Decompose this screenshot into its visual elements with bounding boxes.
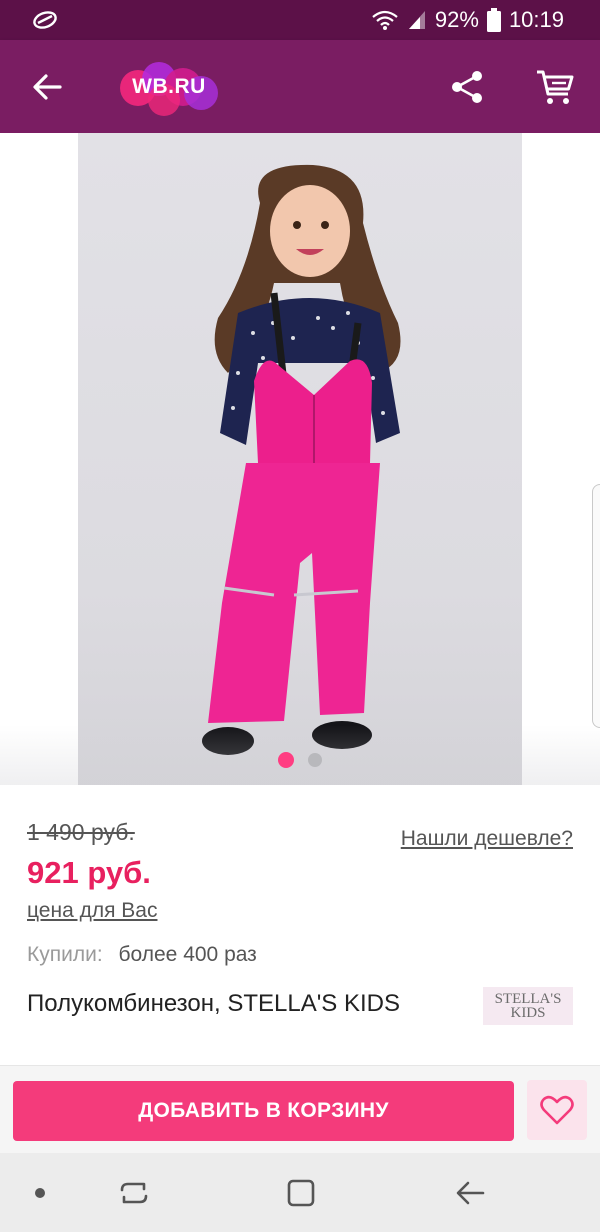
purchase-count-label: Купили: — [27, 943, 103, 966]
share-icon — [452, 71, 482, 103]
current-price: 921 руб. — [27, 855, 151, 890]
purchase-count: Купили: более 400 раз — [27, 943, 257, 967]
purchase-count-value: более 400 раз — [118, 943, 257, 966]
notification-icon — [33, 11, 57, 29]
gallery-pager[interactable] — [0, 752, 600, 768]
wb-logo[interactable]: WB.RU — [118, 58, 220, 118]
old-price: 1 490 руб. — [27, 819, 135, 845]
product-title: Полукомбинезон, STELLA'S KIDS — [27, 990, 400, 1017]
pager-dot-1[interactable] — [278, 752, 294, 768]
recent-apps-button[interactable] — [114, 1173, 154, 1213]
action-bar: ДОБАВИТЬ В КОРЗИНУ — [0, 1065, 600, 1153]
product-info: 1 490 руб. Нашли дешевле? 921 руб. цена … — [0, 785, 600, 1065]
cart-button[interactable] — [530, 62, 580, 112]
status-indicators: 92% 10:19 — [371, 6, 564, 34]
signal-icon — [408, 11, 425, 29]
product-gallery[interactable] — [0, 133, 600, 785]
battery-percent: 92% — [434, 7, 479, 32]
nav-back-button[interactable] — [450, 1173, 490, 1213]
home-icon — [287, 1179, 315, 1207]
product-photo[interactable] — [78, 133, 522, 785]
back-button[interactable] — [24, 64, 70, 110]
clock: 10:19 — [508, 7, 564, 32]
heart-icon — [540, 1095, 574, 1125]
back-arrow-icon — [33, 74, 62, 100]
app-bar: WB.RU — [0, 40, 600, 133]
battery-icon — [486, 8, 501, 32]
brand-logo[interactable]: STELLA'S KIDS — [483, 987, 573, 1025]
status-bar: 92% 10:19 — [0, 0, 600, 40]
found-cheaper-link[interactable]: Нашли дешевле? — [401, 827, 573, 851]
personal-price-link[interactable]: цена для Вас — [27, 899, 157, 923]
recent-apps-icon — [120, 1182, 148, 1204]
pager-dot-2[interactable] — [308, 753, 322, 767]
logo-text: WB.RU — [132, 75, 206, 98]
add-to-cart-button[interactable]: ДОБАВИТЬ В КОРЗИНУ — [13, 1081, 514, 1141]
nav-back-icon — [456, 1181, 485, 1205]
system-nav-bar — [0, 1153, 600, 1232]
edge-panel-handle[interactable] — [592, 484, 600, 728]
wifi-icon — [372, 10, 398, 30]
brand-logo-line2: KIDS — [510, 1005, 546, 1021]
child-in-pink-overalls-photo — [202, 164, 401, 755]
brand-logo-line1: STELLA'S — [494, 991, 562, 1007]
favorite-button[interactable] — [527, 1080, 587, 1140]
home-button[interactable] — [281, 1173, 321, 1213]
share-button[interactable] — [444, 64, 490, 110]
cart-icon — [537, 70, 574, 104]
nav-dot-icon — [35, 1188, 45, 1198]
nav-dot-button[interactable] — [20, 1173, 60, 1213]
